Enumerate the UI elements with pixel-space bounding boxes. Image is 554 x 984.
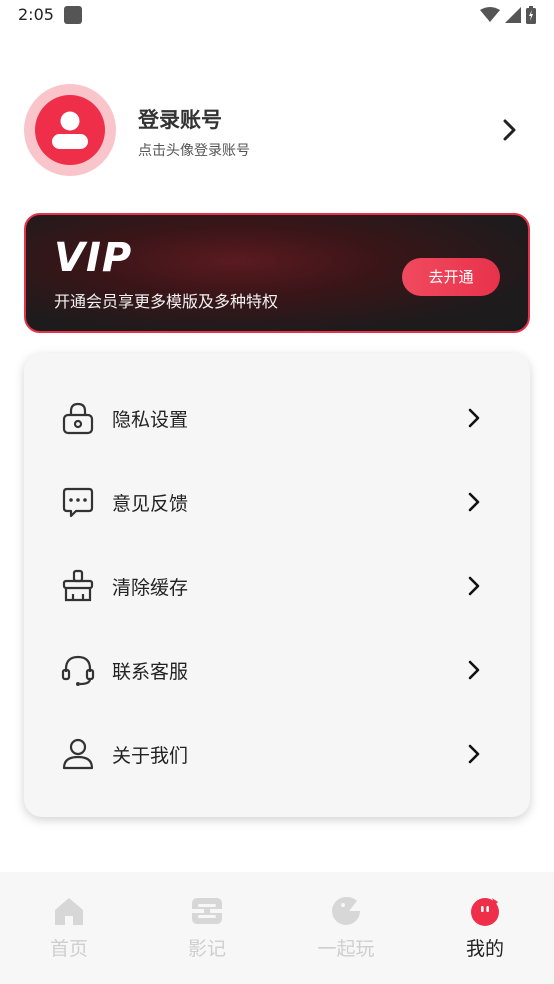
- profile-icon: [471, 898, 499, 926]
- tab-label: 影记: [187, 938, 226, 960]
- headset-icon: [61, 655, 95, 686]
- film-icon: [192, 898, 222, 924]
- status-bar: 2:05: [0, 0, 554, 32]
- chevron-right-icon: [468, 744, 480, 764]
- menu-item-clear-cache[interactable]: 清除缓存: [24, 545, 530, 629]
- profile-subtitle: 点击头像登录账号: [138, 143, 250, 159]
- broom-icon: [62, 569, 94, 602]
- chevron-right-icon: [468, 492, 480, 512]
- profile-name[interactable]: 登录账号: [138, 104, 222, 134]
- menu-item-label: 意见反馈: [112, 493, 189, 515]
- tab-mine[interactable]: 我的: [416, 894, 554, 964]
- lock-icon: [62, 402, 94, 435]
- chevron-right-icon: [468, 660, 480, 680]
- menu-item-label: 联系客服: [112, 661, 189, 683]
- menu-item-about[interactable]: 关于我们: [24, 713, 530, 797]
- tab-label: 首页: [49, 938, 88, 960]
- menu-item-label: 关于我们: [112, 745, 189, 767]
- tab-home[interactable]: 首页: [0, 894, 138, 964]
- game-icon: [332, 896, 360, 925]
- avatar-circle[interactable]: [35, 95, 105, 165]
- vip-open-button[interactable]: 去开通: [402, 258, 500, 296]
- chevron-right-icon: [468, 408, 480, 428]
- chevron-right-icon[interactable]: [502, 118, 518, 142]
- vip-description: 开通会员享更多模版及多种特权: [54, 292, 279, 311]
- menu-item-privacy[interactable]: 隐私设置: [24, 377, 530, 461]
- menu-item-label: 清除缓存: [112, 577, 189, 599]
- settings-menu: 隐私设置 意见反馈 清除缓存 联系客服 关于我们: [24, 353, 530, 817]
- vip-logo: VIP: [54, 235, 133, 281]
- profile-header[interactable]: 登录账号 点击头像登录账号: [24, 84, 530, 176]
- battery-icon: [526, 6, 536, 24]
- menu-item-customer-service[interactable]: 联系客服: [24, 629, 530, 713]
- tab-yingji[interactable]: 影记: [138, 894, 276, 964]
- avatar[interactable]: [24, 84, 116, 176]
- tab-play-together[interactable]: 一起玩: [277, 894, 415, 964]
- menu-item-label: 隐私设置: [112, 409, 189, 431]
- chevron-right-icon: [468, 576, 480, 596]
- status-time: 2:05: [18, 5, 54, 24]
- tab-label: 一起玩: [317, 938, 375, 960]
- notification-icon: [64, 6, 82, 24]
- user-outline-icon: [62, 738, 94, 770]
- wifi-icon: [480, 7, 500, 22]
- menu-item-feedback[interactable]: 意见反馈: [24, 461, 530, 545]
- user-icon: [52, 111, 88, 149]
- bottom-tab-bar: 首页 影记 一起玩 我的: [0, 872, 554, 984]
- chat-bubble-icon: [62, 487, 94, 518]
- vip-banner[interactable]: VIP 开通会员享更多模版及多种特权 去开通: [24, 213, 530, 333]
- status-icons: [480, 6, 536, 24]
- signal-icon: [505, 7, 521, 23]
- tab-label: 我的: [465, 938, 504, 960]
- home-icon: [55, 898, 83, 925]
